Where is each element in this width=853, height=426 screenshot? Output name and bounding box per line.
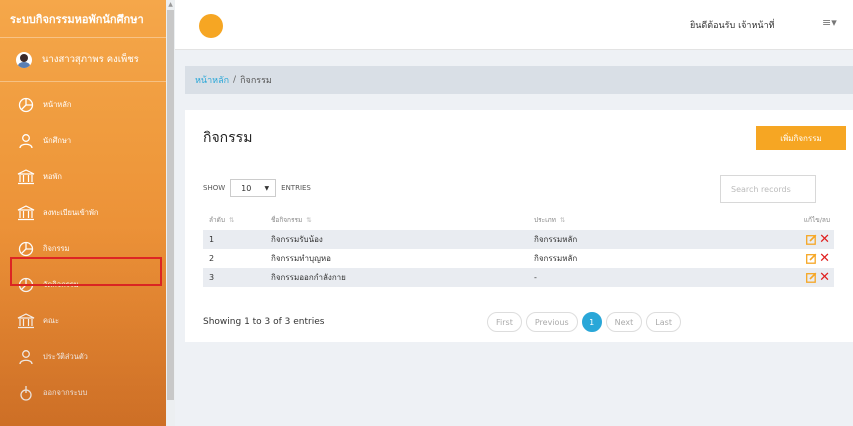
cell-name: กิจกรรมรับน้อง <box>265 230 528 249</box>
sort-icon: ⇅ <box>228 216 235 224</box>
page-previous-button[interactable]: Previous <box>525 312 578 332</box>
add-activity-button[interactable]: เพิ่มกิจกรรม <box>756 126 846 150</box>
pie-chart-icon <box>15 96 37 114</box>
show-label: SHOW <box>203 184 226 192</box>
building-icon <box>15 168 37 186</box>
app-title[interactable]: ระบบกิจกรรมหอพักนักศึกษา <box>0 0 166 38</box>
table-row: 1 กิจกรรมรับน้อง กิจกรรมหลัก ✕ <box>203 230 834 249</box>
scroll-up-icon[interactable]: ▲ <box>167 0 174 9</box>
delete-icon[interactable]: ✕ <box>819 271 830 284</box>
pagination: First Previous 1 Next Last <box>487 312 685 332</box>
column-header-type[interactable]: ประเภท ⇅ <box>528 210 768 230</box>
sidebar-item-home[interactable]: หน้าหลัก <box>0 87 166 123</box>
cell-actions: ✕ <box>768 249 834 268</box>
table-row: 3 กิจกรรมออกกำลังกาย - ✕ <box>203 268 834 287</box>
user-name: นางสาวสุภาพร คงเพ็ชร <box>42 54 139 65</box>
activities-table: ลำดับ ⇅ ชื่อกิจกรรม ⇅ ประเภท ⇅ แก้ไข/ลบ 1 ก… <box>203 210 834 287</box>
main-area: ยินดีต้อนรับ เจ้าหน้าที่ ≡▾ หน้าหลัก / ก… <box>175 0 853 426</box>
active-highlight <box>10 257 162 286</box>
page-next-button[interactable]: Next <box>605 312 643 332</box>
logo[interactable] <box>199 14 223 38</box>
sidebar-item-students[interactable]: นักศึกษา <box>0 123 166 159</box>
cell-no: 3 <box>203 268 265 287</box>
cell-type: - <box>528 268 768 287</box>
sidebar-item-label: กิจกรรม <box>43 244 70 253</box>
building-icon <box>15 204 37 222</box>
sort-icon: ⇅ <box>559 216 566 224</box>
entries-value: 10 <box>241 183 252 193</box>
sidebar-item-label: ออกจากระบบ <box>43 388 88 397</box>
list-menu-icon[interactable]: ≡▾ <box>822 16 837 29</box>
entries-label: ENTRIES <box>281 184 311 192</box>
sidebar: ระบบกิจกรรมหอพักนักศึกษา นางสาวสุภาพร คง… <box>0 0 166 426</box>
breadcrumb-home[interactable]: หน้าหลัก <box>195 73 229 87</box>
cell-type: กิจกรรมหลัก <box>534 254 578 263</box>
activities-card: กิจกรรม เพิ่มกิจกรรม SHOW 10 ▼ ENTRIES S… <box>185 110 853 342</box>
cell-actions: ✕ <box>768 230 834 249</box>
sidebar-menu: หน้าหลัก นักศึกษา หอพัก ลงทะเบียนเข้าพัก… <box>0 87 166 411</box>
pie-chart-icon <box>15 240 37 258</box>
sidebar-item-register[interactable]: ลงทะเบียนเข้าพัก <box>0 195 166 231</box>
entries-select[interactable]: 10 ▼ <box>230 179 277 197</box>
column-header-actions: แก้ไข/ลบ <box>803 216 830 224</box>
edit-icon[interactable] <box>806 234 817 245</box>
delete-icon[interactable]: ✕ <box>819 252 830 265</box>
cell-no: 2 <box>209 254 215 263</box>
page-last-button[interactable]: Last <box>646 312 681 332</box>
topbar: ยินดีต้อนรับ เจ้าหน้าที่ ≡▾ <box>175 0 853 50</box>
welcome-text[interactable]: ยินดีต้อนรับ เจ้าหน้าที่ <box>690 18 775 32</box>
entries-control: SHOW 10 ▼ ENTRIES <box>203 179 311 197</box>
cell-no: 1 <box>203 230 265 249</box>
sidebar-item-label: หน้าหลัก <box>43 100 72 109</box>
user-icon <box>15 348 37 366</box>
sort-icon: ⇅ <box>306 216 312 224</box>
sidebar-item-label: หอพัก <box>43 172 62 181</box>
sidebar-item-label: นักศึกษา <box>43 136 72 145</box>
page-number-button[interactable]: 1 <box>581 312 602 332</box>
edit-icon[interactable] <box>806 253 817 264</box>
sidebar-item-label: ลงทะเบียนเข้าพัก <box>43 208 99 217</box>
scrollbar-thumb[interactable] <box>167 10 174 400</box>
cell-name: กิจกรรมทำบุญหอ <box>271 254 331 263</box>
sidebar-item-faculty[interactable]: คณะ <box>0 303 166 339</box>
sidebar-item-dormitory[interactable]: หอพัก <box>0 159 166 195</box>
sidebar-item-label: ประวัติส่วนตัว <box>43 352 88 361</box>
breadcrumb-separator: / <box>233 75 237 85</box>
column-header-name[interactable]: ชื่อกิจกรรม ⇅ <box>265 210 528 230</box>
entries-summary: Showing 1 to 3 of 3 entries <box>203 317 325 327</box>
page-title: กิจกรรม <box>203 130 253 146</box>
table-row: 2 กิจกรรมทำบุญหอ กิจกรรมหลัก ✕ <box>203 249 834 268</box>
user-icon <box>15 132 37 150</box>
page-first-button[interactable]: First <box>487 312 522 332</box>
search-input[interactable]: Search records <box>720 175 816 203</box>
sidebar-item-profile[interactable]: ประวัติส่วนตัว <box>0 339 166 375</box>
table-header-row: ลำดับ ⇅ ชื่อกิจกรรม ⇅ ประเภท ⇅ แก้ไข/ลบ <box>203 210 834 230</box>
sidebar-item-label: คณะ <box>43 316 60 325</box>
cell-type: กิจกรรมหลัก <box>528 230 768 249</box>
breadcrumb: หน้าหลัก / กิจกรรม <box>185 66 853 94</box>
sidebar-item-logout[interactable]: ออกจากระบบ <box>0 375 166 411</box>
sidebar-scrollbar[interactable]: ▲ <box>166 0 175 426</box>
cell-actions: ✕ <box>768 268 834 287</box>
cell-name: กิจกรรมออกกำลังกาย <box>265 268 528 287</box>
logout-icon <box>15 384 37 402</box>
column-header-no[interactable]: ลำดับ ⇅ <box>203 210 265 230</box>
caret-down-icon: ▼ <box>264 184 270 192</box>
building-icon <box>15 312 37 330</box>
user-profile[interactable]: นางสาวสุภาพร คงเพ็ชร <box>0 38 166 82</box>
avatar <box>16 51 32 68</box>
breadcrumb-current: กิจกรรม <box>240 76 272 86</box>
edit-icon[interactable] <box>806 272 817 283</box>
delete-icon[interactable]: ✕ <box>819 233 830 246</box>
